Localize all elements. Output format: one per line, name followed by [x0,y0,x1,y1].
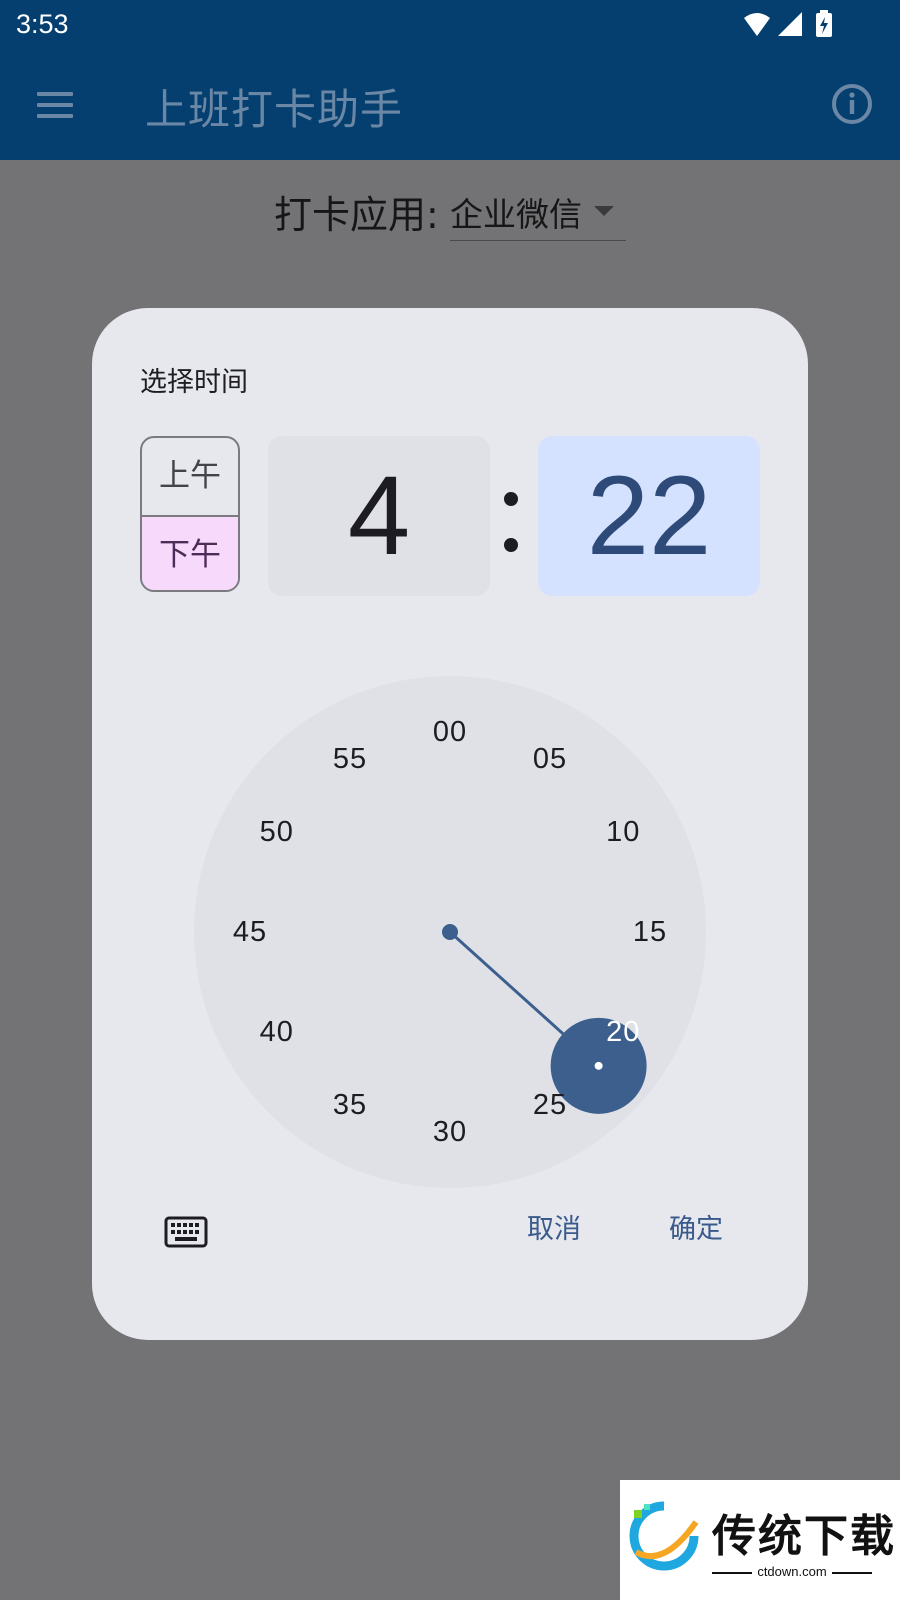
dialog-title: 选择时间 [140,367,248,398]
menu-button[interactable] [30,80,80,130]
watermark-rule [832,1572,872,1574]
dial-selector-dot [594,1061,603,1070]
watermark-title: 传统下载 [712,1511,896,1562]
dial-center-dot [442,924,458,940]
clock-app-label: 打卡应用: [274,193,439,237]
clock-app-row: 打卡应用: 企业微信 [0,160,900,280]
dial-number[interactable]: 50 [247,814,307,850]
dial-number[interactable]: 20 [593,1014,653,1050]
time-picker-dialog: 选择时间 上午 下午 4 22 00 05 10 15 20 25 30 35 40 45 50 55… [92,308,808,1340]
keyboard-icon[interactable] [164,1210,208,1254]
dial-number[interactable]: 25 [520,1087,580,1123]
dropdown-arrow-icon [594,206,614,216]
time-separator [500,436,524,596]
info-icon[interactable] [830,82,874,126]
dial-number[interactable]: 00 [420,714,480,750]
watermark: 传统下载 ctdown.com [620,1480,900,1600]
am-pm-toggle: 上午 下午 [140,436,240,592]
colon-dot [504,492,518,506]
menu-icon-line [37,103,73,107]
status-bar: 3:53 [0,0,900,50]
dial-number[interactable]: 55 [320,741,380,777]
colon-dot [504,538,518,552]
dial-number[interactable]: 40 [247,1014,307,1050]
dial-number[interactable]: 35 [320,1087,380,1123]
pm-option[interactable]: 下午 [142,515,238,590]
am-option[interactable]: 上午 [142,438,238,515]
dial-number[interactable]: 10 [593,814,653,850]
dial-number[interactable]: 05 [520,741,580,777]
dial-number[interactable]: 30 [420,1114,480,1150]
menu-icon-line [37,114,73,118]
clock-app-dropdown[interactable]: 企业微信 [450,182,626,241]
signal-icon [778,12,802,36]
wifi-icon [744,13,770,36]
ok-button[interactable]: 确定 [654,1204,738,1256]
cancel-button[interactable]: 取消 [512,1204,596,1256]
watermark-logo [629,1501,699,1571]
app-bar: 上班打卡助手 [0,50,900,160]
app-title: 上班打卡助手 [145,85,404,134]
hour-field[interactable]: 4 [268,436,490,596]
minute-dial[interactable]: 00 05 10 15 20 25 30 35 40 45 50 55 [194,676,706,1188]
status-time: 3:53 [16,9,69,39]
minute-field[interactable]: 22 [538,436,760,596]
dial-number[interactable]: 15 [620,914,680,950]
battery-icon [816,10,832,37]
status-icons [744,10,832,37]
dial-number[interactable]: 45 [220,914,280,950]
menu-icon-line [37,92,73,96]
clock-app-value: 企业微信 [450,195,582,234]
